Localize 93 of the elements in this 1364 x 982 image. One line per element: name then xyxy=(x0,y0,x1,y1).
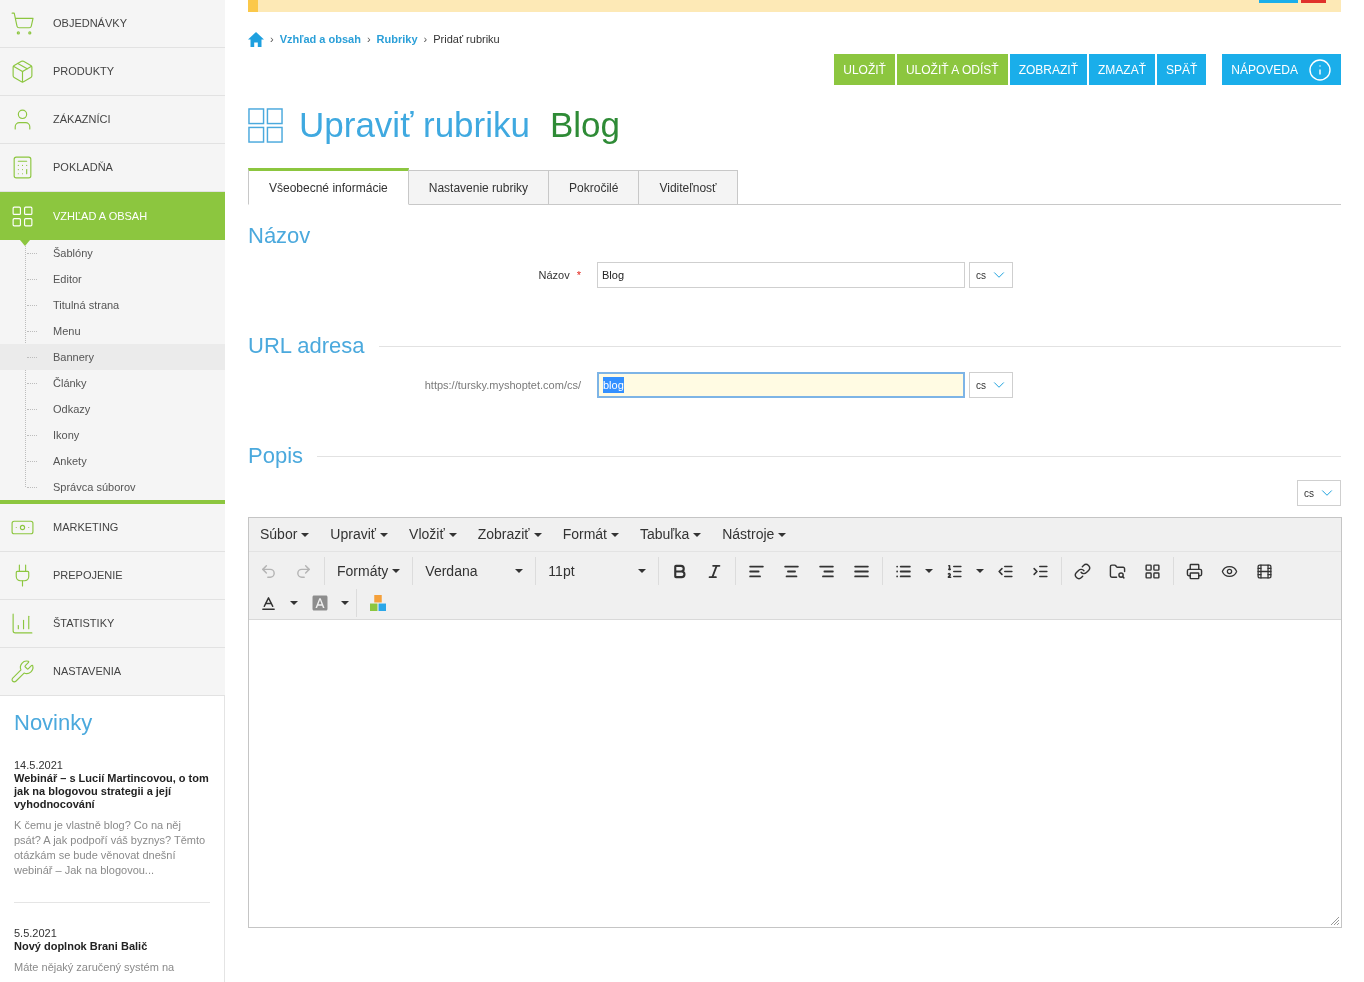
caret-icon xyxy=(976,569,985,573)
font-size-select[interactable]: 11pt xyxy=(539,557,656,585)
sidebar-item[interactable]: ZÁKAZNÍCI xyxy=(0,96,225,144)
sidebar-item[interactable]: OBJEDNÁVKY xyxy=(0,0,225,48)
sidebar-item[interactable]: MARKETING xyxy=(0,504,225,552)
grid-icon xyxy=(1144,562,1162,580)
folder-search-icon xyxy=(1109,562,1127,580)
language-select[interactable]: cs xyxy=(969,372,1013,398)
tab[interactable]: Nastavenie rubriky xyxy=(408,170,550,204)
highlight-icon xyxy=(310,594,329,612)
news-date: 5.5.2021 xyxy=(14,926,58,940)
field-value: Blog xyxy=(602,267,625,283)
submenu-item[interactable]: Editor xyxy=(0,266,225,292)
caret-icon xyxy=(392,569,401,573)
sidebar-item[interactable]: PRODUKTY xyxy=(0,48,225,96)
notice-accent xyxy=(248,0,258,12)
field-value: blog xyxy=(603,376,624,394)
sidebar-item[interactable]: ŠTATISTIKY xyxy=(0,600,225,648)
grid-icon xyxy=(10,203,35,229)
film-icon xyxy=(1256,562,1274,580)
caret-icon xyxy=(925,569,934,573)
caret-icon xyxy=(380,532,389,537)
numbered-list-icon xyxy=(946,562,964,580)
field-label: Názov xyxy=(538,267,570,283)
editor-dropdown-button[interactable]: Zobraziť xyxy=(469,520,550,549)
breadcrumb-separator: › xyxy=(270,31,274,47)
category-name: Blog xyxy=(550,104,621,146)
link-icon xyxy=(1074,562,1092,580)
formats-dropdown[interactable]: Formáty xyxy=(328,557,410,585)
editor-dropdown-button[interactable]: Tabuľka xyxy=(631,520,710,549)
news-heading: Novinky xyxy=(14,709,94,737)
submenu-item[interactable]: Ankety xyxy=(0,448,225,474)
page-title: Upraviť rubriku xyxy=(299,104,530,146)
undo-icon xyxy=(260,562,277,580)
language-select[interactable]: cs xyxy=(969,262,1013,288)
url-prefix: https://tursky.myshoptet.com/cs/ xyxy=(424,377,581,393)
tab[interactable]: Viditeľnosť xyxy=(639,170,738,204)
wrench-icon xyxy=(10,659,35,684)
submenu-item[interactable]: Titulná strana xyxy=(0,292,225,318)
news-title[interactable]: Nový doplnok Brani Balič xyxy=(14,940,210,953)
breadcrumb-separator: › xyxy=(366,31,371,47)
caret-icon xyxy=(448,532,457,537)
resize-handle-icon xyxy=(1331,917,1339,925)
submenu-item[interactable]: Menu xyxy=(0,318,225,344)
tab[interactable]: Pokročilé xyxy=(549,170,640,204)
grid-icon xyxy=(248,107,283,143)
breadcrumb-current: Pridať rubriku xyxy=(433,31,500,47)
box-icon xyxy=(10,59,35,84)
breadcrumb-separator: › xyxy=(423,31,428,47)
font-select[interactable]: Verdana xyxy=(416,557,533,585)
caret-icon xyxy=(533,532,542,537)
news-excerpt: K čemu je vlastně blog? Co na něj psát? A jak podpoří váš byznys? Těmto otázkám se bude věnovat dnešní webinář – Jak na blogovou... xyxy=(14,818,207,878)
news-excerpt: Máte nějaký zaručený systém na xyxy=(14,960,176,975)
news-title[interactable]: Webinář – s Lucií Martincovou, o tom jak na blogovou strategii a její vyhodnocování xyxy=(14,772,210,811)
blocks-icon xyxy=(369,595,386,611)
language-code: cs xyxy=(976,268,986,283)
caret-icon xyxy=(610,532,619,537)
caret-icon xyxy=(515,569,524,573)
tab[interactable]: Všeobecné informácie xyxy=(248,168,409,205)
caret-icon xyxy=(778,532,787,537)
editor-dropdown-button[interactable]: Formát xyxy=(554,520,627,549)
sidebar-item[interactable]: PREPOJENIE xyxy=(0,552,225,600)
editor-dropdown-button[interactable]: Nástroje xyxy=(714,520,795,549)
submenu-item[interactable]: Bannery xyxy=(0,344,225,370)
language-code: cs xyxy=(1304,486,1314,501)
info-icon xyxy=(1308,57,1332,82)
editor-dropdown-button[interactable]: Vložiť xyxy=(401,520,465,549)
home-icon[interactable] xyxy=(248,31,264,47)
submenu-item[interactable]: Články xyxy=(0,370,225,396)
caret-icon xyxy=(693,532,702,537)
bar-chart-icon xyxy=(10,611,35,636)
section-heading: URL adresa xyxy=(248,333,365,359)
section-heading: Popis xyxy=(248,443,304,469)
section-heading: Názov xyxy=(248,223,311,249)
editor-dropdown-button[interactable]: Upraviť xyxy=(322,520,397,549)
text-field[interactable]: Blog xyxy=(597,262,965,288)
text-color-icon xyxy=(260,594,277,612)
caret-icon xyxy=(341,601,349,605)
editor-dropdown-button[interactable]: Súbor xyxy=(252,520,318,549)
language-select[interactable]: cs xyxy=(1297,480,1341,506)
printer-icon xyxy=(1186,562,1204,580)
submenu-item[interactable]: Odkazy xyxy=(0,396,225,422)
submenu-item[interactable]: Šablóny xyxy=(0,240,225,266)
submenu-item[interactable]: Správca súborov xyxy=(0,474,225,500)
required-mark: * xyxy=(576,267,581,283)
redo-icon xyxy=(295,562,312,580)
caret-icon xyxy=(638,569,647,573)
caret-icon xyxy=(290,601,298,605)
caret-icon xyxy=(301,532,310,537)
submenu-item[interactable]: Ikony xyxy=(0,422,225,448)
cart-icon xyxy=(10,11,35,36)
language-code: cs xyxy=(976,378,986,393)
news-date: 14.5.2021 xyxy=(14,758,64,772)
